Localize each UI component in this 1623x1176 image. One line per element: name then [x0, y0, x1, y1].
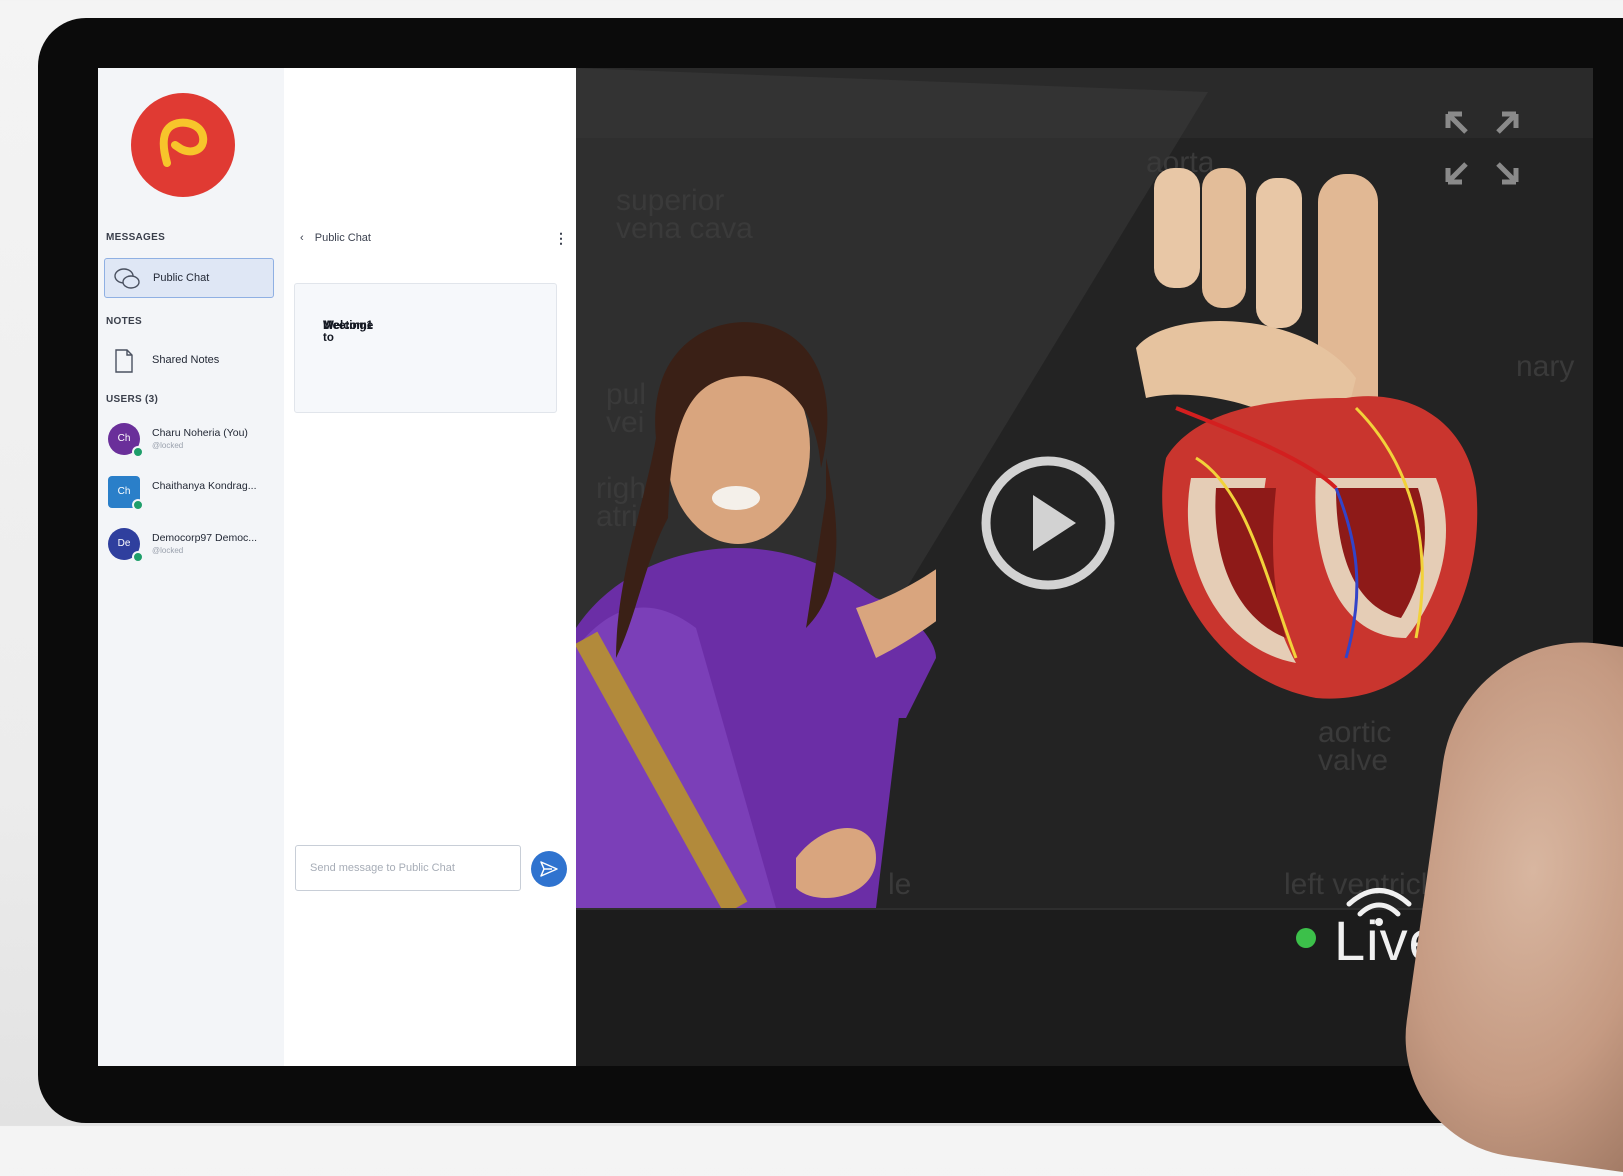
- welcome-suffix: !: [323, 320, 327, 332]
- user-name: Charu Noheria (You): [152, 427, 248, 439]
- meeting-name: Meeting1: [323, 320, 373, 332]
- notes-document-icon: [112, 347, 136, 380]
- user-status: @locked: [152, 546, 184, 555]
- messages-heading: MESSAGES: [106, 232, 166, 243]
- notes-heading: NOTES: [106, 316, 142, 327]
- heart-illustration: [1136, 168, 1478, 699]
- brand-logo-icon: [131, 93, 235, 197]
- avatar-initials: Ch: [117, 486, 131, 497]
- user-list-item[interactable]: Ch Charu Noheria (You) @locked: [108, 423, 278, 463]
- user-name: Chaithanya Kondrag...: [152, 480, 257, 492]
- avatar: Ch: [108, 476, 144, 511]
- chat-title: Public Chat: [314, 232, 371, 244]
- user-status: @locked: [152, 441, 184, 450]
- sidebar-item-public-chat[interactable]: Public Chat: [104, 258, 274, 298]
- presenter-image: [576, 322, 936, 908]
- shared-notes-label: Shared Notes: [152, 354, 220, 366]
- online-status-icon: [132, 446, 144, 458]
- back-chevron-icon: ‹: [300, 232, 304, 244]
- diagram-label: vena cava: [616, 212, 753, 245]
- avatar-initials: De: [117, 538, 131, 549]
- chat-message-input[interactable]: [295, 845, 521, 891]
- public-chat-label: Public Chat: [153, 272, 210, 284]
- avatar-initials: Ch: [117, 433, 131, 444]
- user-name: Democorp97 Democ...: [152, 532, 258, 544]
- users-heading: USERS (3): [106, 394, 159, 405]
- online-status-icon: [132, 551, 144, 563]
- avatar: De: [108, 528, 144, 563]
- play-icon[interactable]: [978, 453, 1118, 593]
- chat-panel: ‹ Public Chat ⋮ Welcome to Meeting1!: [284, 68, 576, 1066]
- welcome-message: Welcome to Meeting1!: [294, 283, 557, 413]
- chat-bubbles-icon: [113, 267, 141, 296]
- diagram-label: valve: [1318, 744, 1389, 777]
- sidebar-item-shared-notes[interactable]: Shared Notes: [104, 343, 274, 377]
- live-dot-icon: [1296, 928, 1316, 948]
- user-list-item[interactable]: De Democorp97 Democ... @locked: [108, 528, 278, 568]
- sidebar: MESSAGES Public Chat NOTES Shared Notes …: [98, 68, 285, 1066]
- send-button[interactable]: [531, 851, 567, 887]
- app-screen: MESSAGES Public Chat NOTES Shared Notes …: [98, 68, 1593, 1066]
- avatar: Ch: [108, 423, 144, 458]
- more-options-icon[interactable]: ⋮: [554, 230, 568, 247]
- chat-header[interactable]: ‹ Public Chat: [300, 232, 371, 244]
- online-status-icon: [132, 499, 144, 511]
- user-list-item[interactable]: Ch Chaithanya Kondrag...: [108, 476, 278, 516]
